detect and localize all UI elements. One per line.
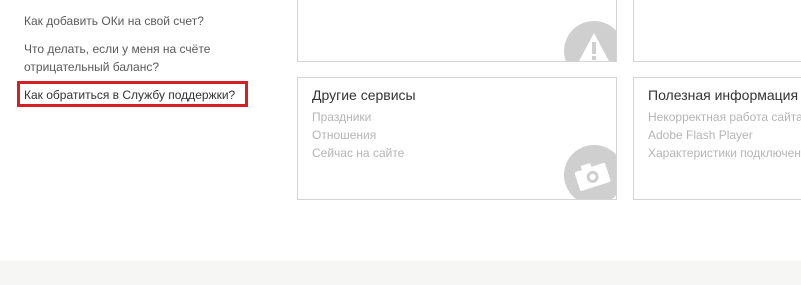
card-links-useful-info: Некорректная работа сайта Adobe Flash Pl…: [648, 108, 801, 162]
card-title-useful-info: Полезная информация: [648, 87, 799, 103]
link-connection-specs[interactable]: Характеристики подключения: [648, 144, 801, 162]
card-links-other-services: Праздники Отношения Сейчас на сайте: [312, 108, 404, 162]
top-card-right: [633, 0, 801, 62]
top-card-left: [297, 0, 617, 62]
card-useful-info: Полезная информация Некорректная работа …: [633, 77, 801, 200]
link-online-now[interactable]: Сейчас на сайте: [312, 144, 404, 162]
link-relationships[interactable]: Отношения: [312, 126, 404, 144]
card-title-other-services: Другие сервисы: [312, 87, 416, 103]
faq-link-negative-balance-line2: отрицательный баланс?: [24, 60, 159, 74]
faq-link-add-ok[interactable]: Как добавить ОКи на свой счет?: [24, 12, 204, 30]
faq-link-negative-balance[interactable]: Что делать, если у меня на счёте отрицат…: [24, 40, 210, 76]
highlight-box: [17, 81, 248, 107]
card-other-services: Другие сервисы Праздники Отношения Сейча…: [297, 77, 617, 200]
warning-icon: [564, 21, 616, 61]
link-site-malfunction[interactable]: Некорректная работа сайта: [648, 108, 801, 126]
link-adobe-flash-player[interactable]: Adobe Flash Player: [648, 126, 801, 144]
camera-icon: [564, 145, 616, 199]
faq-link-negative-balance-line1: Что делать, если у меня на счёте: [24, 42, 211, 56]
link-holidays[interactable]: Праздники: [312, 108, 404, 126]
footer-band: [0, 261, 801, 285]
